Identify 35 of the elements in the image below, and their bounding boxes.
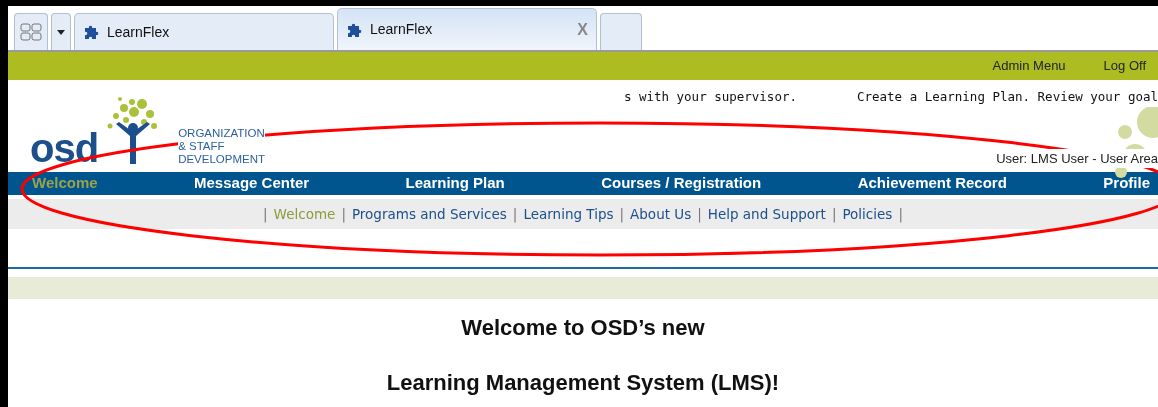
new-tab-button[interactable]: [600, 13, 642, 50]
logo-text: osd: [30, 128, 99, 168]
separator-text: |: [898, 204, 903, 225]
user-info-text: User: LMS User - User Area: [996, 148, 1158, 168]
caret-icon: [57, 29, 65, 35]
separator-text: |: [341, 204, 346, 225]
browser-tab[interactable]: LearnFlex X: [337, 8, 597, 50]
separator-text: |: [831, 204, 837, 225]
tab-list-button[interactable]: [51, 13, 71, 50]
nav-tab[interactable]: Achievement Record: [857, 172, 1007, 195]
puzzle-piece-icon: [83, 23, 101, 41]
sub-nav-link[interactable]: Learning Tips: [523, 203, 614, 225]
org-name-line: & STAFF: [178, 140, 226, 153]
browser-tab[interactable]: LearnFlex: [74, 13, 334, 50]
top-link[interactable]: Admin Menu: [992, 56, 1066, 76]
separator-text: |: [619, 204, 625, 225]
top-link[interactable]: Log Off: [1103, 56, 1146, 76]
nav-tab[interactable]: Message Center: [194, 172, 310, 195]
welcome-heading: Welcome to OSD’s new: [460, 314, 706, 342]
grid-icon: [20, 23, 42, 41]
nav-tab[interactable]: Learning Plan: [405, 172, 505, 195]
separator-text: |: [697, 204, 702, 225]
sub-nav-link[interactable]: Programs and Services: [351, 203, 507, 225]
org-name-line: DEVELOPMENT: [178, 153, 266, 166]
ticker-text: s with your supervisor.: [623, 88, 797, 106]
separator-text: |: [512, 204, 518, 225]
org-name-line: ORGANIZATION: [178, 127, 266, 140]
nav-tab[interactable]: Profile: [1103, 172, 1150, 195]
separator-text: |: [263, 204, 268, 225]
ticker-text: Create a Learning Plan. Review your goal: [856, 88, 1158, 106]
sub-nav-link[interactable]: Policies: [842, 203, 893, 225]
welcome-heading: Learning Management System (LMS)!: [385, 369, 781, 397]
sub-nav-link[interactable]: About Us: [630, 203, 692, 225]
nav-tab[interactable]: Courses / Registration: [601, 172, 762, 195]
sub-nav-link[interactable]: Help and Support: [707, 203, 826, 225]
